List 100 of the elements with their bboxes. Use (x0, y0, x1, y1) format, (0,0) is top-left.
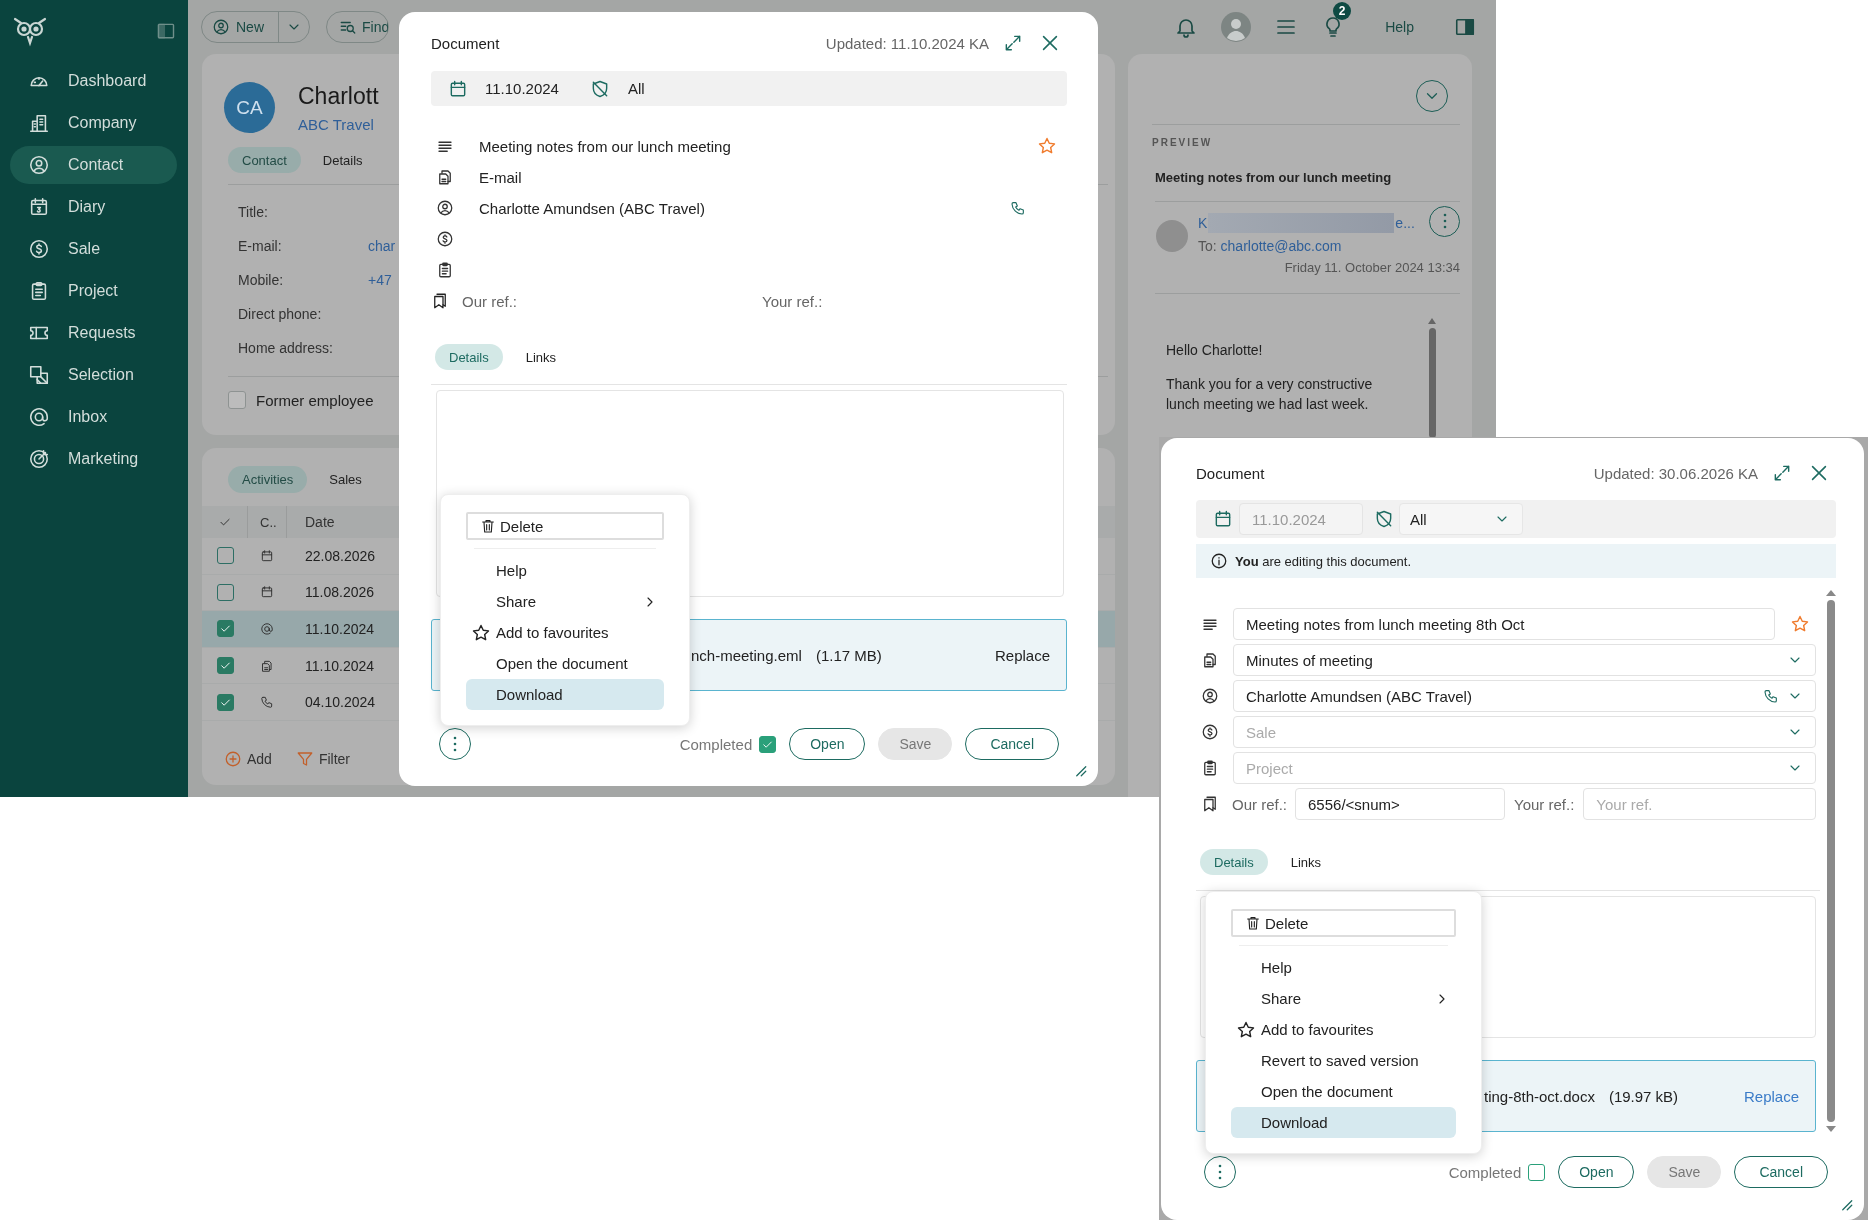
tab[interactable]: Details (435, 344, 503, 370)
title-text: Meeting notes from our lunch meeting (479, 137, 731, 155)
contact-name: Charlott (298, 82, 379, 110)
help-link[interactable]: Help (1385, 19, 1414, 35)
expand-icon[interactable] (1772, 463, 1792, 483)
trash-icon (480, 518, 496, 534)
nav-item[interactable]: Sale (10, 230, 177, 268)
new-button[interactable]: New (202, 12, 279, 42)
menu-item[interactable]: Help (1231, 952, 1456, 983)
shield-icon (1374, 509, 1394, 529)
avatar-icon[interactable] (1221, 12, 1252, 42)
nav-item[interactable]: Project (10, 272, 177, 310)
building-icon (28, 112, 50, 134)
expand-icon[interactable] (1003, 33, 1023, 53)
menu-item[interactable]: Delete (466, 512, 664, 540)
field-label: E-mail: (238, 237, 283, 256)
sidebar-toggle-icon[interactable] (156, 21, 176, 41)
tab[interactable]: Details (308, 147, 377, 173)
nav-item[interactable]: Dashboard (10, 62, 177, 100)
your-ref-field[interactable]: Your ref. (1583, 788, 1816, 820)
star-icon (1236, 1019, 1256, 1040)
completed-checkbox[interactable] (1528, 1163, 1546, 1181)
row-checkbox[interactable] (216, 583, 234, 601)
panel-toggle-icon[interactable] (1454, 16, 1476, 38)
type-dropdown[interactable]: Minutes of meeting (1233, 644, 1816, 676)
menu-item[interactable]: Add to favourites (1231, 1014, 1456, 1045)
dollar-icon (28, 238, 50, 260)
menu-item[interactable]: Revert to saved version (1231, 1045, 1456, 1076)
add-button[interactable]: Add (224, 750, 272, 768)
file-size: (19.97 kB) (1608, 1087, 1679, 1105)
field-label: Title: (238, 203, 269, 222)
nav-item[interactable]: Marketing (10, 440, 177, 478)
tab[interactable]: Activities (228, 466, 308, 493)
menu-item[interactable]: Open the document (466, 648, 664, 679)
visibility-text: All (628, 80, 645, 97)
row-checkbox[interactable] (216, 693, 234, 711)
section-heading: PREVIEW (1152, 137, 1214, 148)
user-icon (1201, 687, 1219, 705)
menu-item[interactable]: Share (1231, 983, 1456, 1014)
tab[interactable]: Contact (228, 147, 301, 173)
menu-item[interactable]: Help (466, 555, 664, 586)
row-checkbox[interactable] (216, 547, 234, 565)
tab[interactable]: Links (511, 344, 571, 370)
date-cell-text: 11.10.2024 (304, 621, 375, 637)
checkbox[interactable] (228, 391, 246, 409)
tab[interactable]: Sales (315, 466, 376, 493)
dialog-title: Document (1196, 464, 1266, 482)
tab[interactable]: Details (1200, 849, 1268, 875)
visibility-dropdown[interactable]: All (1399, 503, 1523, 535)
title-field[interactable]: Meeting notes from lunch meeting 8th Oct (1233, 608, 1775, 640)
menu-item[interactable]: Delete (1231, 909, 1456, 937)
column-header[interactable]: C.. (248, 506, 287, 538)
owl-logo[interactable] (12, 15, 48, 47)
calendar-icon (1213, 509, 1233, 529)
notification-badge: 2 (1333, 2, 1352, 20)
recipient-label: To: (1198, 238, 1217, 254)
replace-link[interactable]: Replace (1743, 1087, 1799, 1105)
menu-item[interactable]: Add to favourites (466, 617, 664, 648)
nav-item[interactable]: Diary (10, 188, 177, 226)
more-icon (453, 736, 457, 752)
nav-item[interactable]: Company (10, 104, 177, 142)
column-header[interactable]: Date (287, 514, 335, 530)
our-ref-label: Our ref.: (462, 292, 517, 310)
calendar-icon (260, 585, 274, 600)
tab[interactable]: Links (1276, 849, 1336, 875)
trash-icon (1245, 915, 1261, 931)
sent-date: Friday 11. October 2024 13:34 (1284, 260, 1460, 275)
star-icon[interactable] (1790, 614, 1810, 634)
clipboard-icon (1201, 759, 1219, 777)
row-checkbox[interactable] (216, 657, 234, 675)
field-label: Mobile: (238, 271, 285, 290)
phone-icon[interactable] (1763, 688, 1779, 704)
menu-item[interactable]: Share (466, 586, 664, 617)
phone-icon[interactable] (1010, 200, 1026, 216)
your-ref-label: Your ref.: (1514, 795, 1575, 813)
nav-item[interactable]: Inbox (10, 398, 177, 436)
filter-icon (295, 750, 314, 768)
document-icon (436, 168, 454, 186)
nav-item[interactable]: Requests (10, 314, 177, 352)
replace-link[interactable]: Replace (994, 646, 1050, 664)
our-ref-field[interactable]: 6556/<snum> (1295, 788, 1505, 820)
star-icon[interactable] (1037, 136, 1057, 156)
nav-item[interactable]: Contact (10, 146, 177, 184)
menu-item[interactable]: Open the document (1231, 1076, 1456, 1107)
file-name[interactable]: nch-meeting.eml (691, 646, 802, 664)
contact-dropdown[interactable]: Charlotte Amundsen (ABC Travel) (1233, 680, 1816, 712)
preview-title: Meeting notes from our lunch meeting (1155, 170, 1393, 185)
menu-item[interactable]: Download (466, 679, 664, 710)
your-ref-label: Your ref.: (762, 292, 823, 310)
more-icon (1218, 1164, 1222, 1180)
calendar-icon (448, 78, 468, 99)
updated-label: Updated: 11.10.2024 KA (825, 34, 989, 52)
file-name[interactable]: ting-8th-oct.docx (1484, 1087, 1595, 1105)
date-cell-text: 11.10.2024 (304, 657, 375, 674)
filter-button[interactable]: Filter (295, 750, 351, 768)
completed-checkbox[interactable] (759, 735, 777, 753)
scrollbar[interactable] (1428, 318, 1436, 438)
nav-item[interactable]: Selection (10, 356, 177, 394)
row-checkbox[interactable] (216, 620, 234, 638)
menu-item[interactable]: Download (1231, 1107, 1456, 1138)
